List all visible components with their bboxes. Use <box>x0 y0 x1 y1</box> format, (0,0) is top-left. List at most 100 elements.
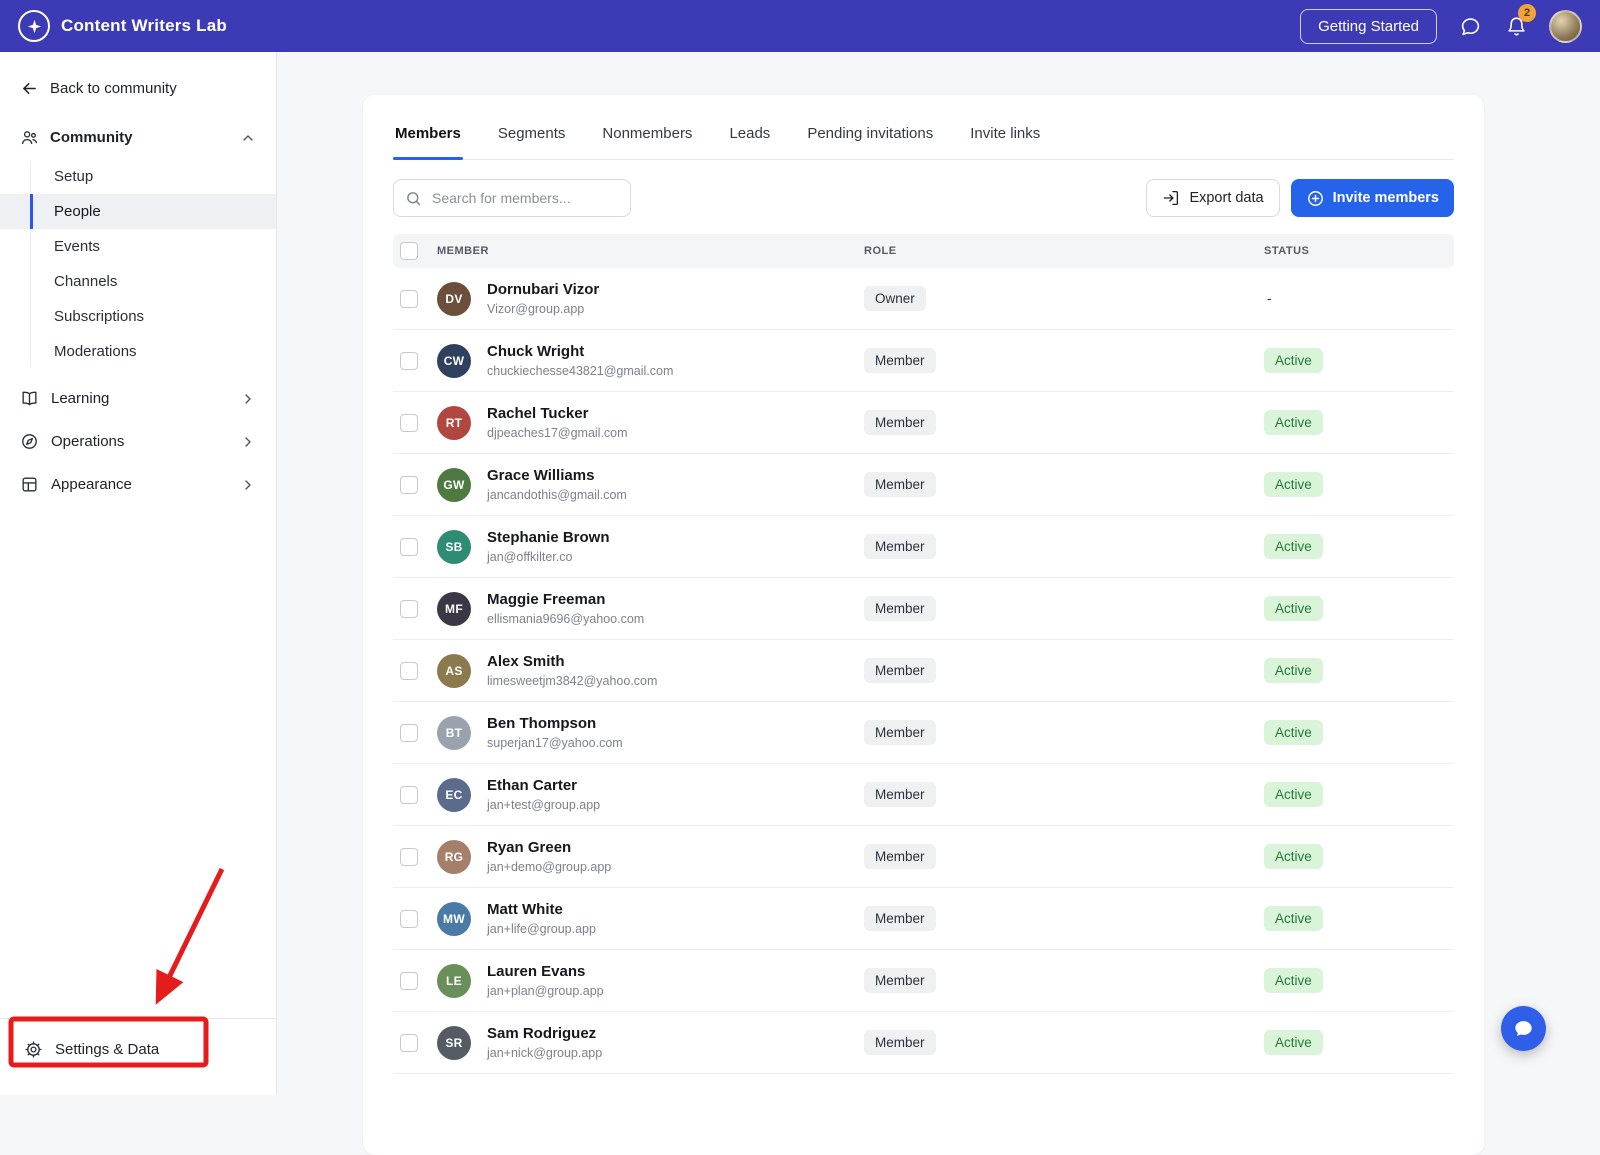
row-checkbox[interactable] <box>400 1033 418 1052</box>
member-name: Grace Williams <box>487 467 595 485</box>
status-badge: Active <box>1264 658 1323 683</box>
status-badge: Active <box>1264 596 1323 621</box>
invite-label: Invite members <box>1332 190 1439 206</box>
member-avatar: AS <box>437 653 471 688</box>
table-row[interactable]: BT Ben Thompson superjan17@yahoo.com Mem… <box>393 702 1454 764</box>
status-badge: Active <box>1264 410 1323 435</box>
tab-members[interactable]: Members <box>393 116 463 160</box>
invite-members-button[interactable]: Invite members <box>1290 179 1454 217</box>
sidebar-bottom: Settings & Data <box>0 1018 276 1095</box>
row-checkbox[interactable] <box>400 785 418 804</box>
sidebar-item-subscriptions[interactable]: Subscriptions <box>0 299 276 334</box>
header-role: ROLE <box>864 245 897 257</box>
sidebar-item-channels[interactable]: Channels <box>0 264 276 299</box>
member-avatar: GW <box>437 467 471 502</box>
row-checkbox[interactable] <box>400 351 418 370</box>
row-checkbox[interactable] <box>400 475 418 494</box>
table-row[interactable]: GW Grace Williams jancandothis@gmail.com… <box>393 454 1454 516</box>
book-icon <box>20 389 39 408</box>
role-badge: Member <box>864 1030 936 1055</box>
table-row[interactable]: MF Maggie Freeman ellismania9696@yahoo.c… <box>393 578 1454 640</box>
member-email: ellismania9696@yahoo.com <box>487 611 645 626</box>
role-badge: Member <box>864 596 936 621</box>
notifications-bell-icon[interactable]: 2 <box>1503 4 1536 39</box>
status-badge: - <box>1267 289 1272 306</box>
row-checkbox[interactable] <box>400 909 418 928</box>
role-badge: Member <box>864 410 936 435</box>
member-avatar: DV <box>437 281 471 316</box>
role-badge: Member <box>864 906 936 931</box>
tab-invite-links[interactable]: Invite links <box>968 116 1042 159</box>
member-name: Dornubari Vizor <box>487 281 600 299</box>
row-checkbox[interactable] <box>400 289 418 308</box>
sidebar-item-settings-data[interactable]: Settings & Data <box>0 1031 276 1068</box>
header-member: MEMBER <box>437 245 489 257</box>
status-badge: Active <box>1264 472 1323 497</box>
status-badge: Active <box>1264 720 1323 745</box>
sidebar-item-community[interactable]: Community <box>0 118 276 157</box>
getting-started-button[interactable]: Getting Started <box>1300 8 1437 44</box>
section-label: Learning <box>51 390 110 407</box>
status-badge: Active <box>1264 348 1323 373</box>
table-row[interactable]: RT Rachel Tucker djpeaches17@gmail.com M… <box>393 392 1454 454</box>
member-email: jan+demo@group.app <box>487 859 612 874</box>
table-row[interactable]: RG Ryan Green jan+demo@group.app Member … <box>393 826 1454 888</box>
row-checkbox[interactable] <box>400 971 418 990</box>
chat-launcher-button[interactable] <box>1501 1006 1546 1051</box>
member-name: Ethan Carter <box>487 777 578 795</box>
row-checkbox[interactable] <box>400 661 418 680</box>
role-badge: Member <box>864 472 936 497</box>
section-label: Appearance <box>51 476 132 493</box>
role-badge: Member <box>864 720 936 745</box>
export-data-button[interactable]: Export data <box>1146 179 1280 217</box>
sidebar-item-moderations[interactable]: Moderations <box>0 334 276 369</box>
status-badge: Active <box>1264 782 1323 807</box>
member-email: jan@offkilter.co <box>487 549 573 564</box>
member-email: jan+nick@group.app <box>487 1045 603 1060</box>
star-icon <box>26 18 43 35</box>
member-avatar: SR <box>437 1025 471 1060</box>
table-row[interactable]: SR Sam Rodriguez jan+nick@group.app Memb… <box>393 1012 1454 1074</box>
table-row[interactable]: AS Alex Smith limesweetjm3842@yahoo.com … <box>393 640 1454 702</box>
row-checkbox[interactable] <box>400 599 418 618</box>
sidebar-item-setup[interactable]: Setup <box>0 159 276 194</box>
tab-segments[interactable]: Segments <box>496 116 568 159</box>
table-row[interactable]: LE Lauren Evans jan+plan@group.app Membe… <box>393 950 1454 1012</box>
row-checkbox[interactable] <box>400 723 418 742</box>
sidebar-item-learning[interactable]: Learning <box>0 377 276 420</box>
member-email: superjan17@yahoo.com <box>487 735 623 750</box>
table-row[interactable]: EC Ethan Carter jan+test@group.app Membe… <box>393 764 1454 826</box>
sidebar-item-operations[interactable]: Operations <box>0 420 276 463</box>
table-body: DV Dornubari Vizor Vizor@group.app Owner… <box>393 268 1454 1074</box>
row-checkbox[interactable] <box>400 413 418 432</box>
status-badge: Active <box>1264 906 1323 931</box>
select-all-checkbox[interactable] <box>400 242 418 260</box>
member-name: Rachel Tucker <box>487 405 589 423</box>
table-header-row: MEMBER ROLE STATUS <box>393 234 1454 268</box>
member-email: jan+plan@group.app <box>487 983 604 998</box>
user-avatar[interactable] <box>1549 9 1582 43</box>
member-avatar: SB <box>437 529 471 564</box>
member-name: Ryan Green <box>487 839 572 857</box>
member-avatar: LE <box>437 963 471 998</box>
messages-icon[interactable] <box>1457 13 1483 39</box>
export-label: Export data <box>1189 190 1264 206</box>
sidebar-item-appearance[interactable]: Appearance <box>0 463 276 506</box>
table-row[interactable]: DV Dornubari Vizor Vizor@group.app Owner… <box>393 268 1454 330</box>
tab-nonmembers[interactable]: Nonmembers <box>600 116 694 159</box>
back-to-community-link[interactable]: Back to community <box>0 52 276 118</box>
topbar: Content Writers Lab Getting Started 2 <box>0 0 1600 52</box>
table-row[interactable]: MW Matt White jan+life@group.app Member … <box>393 888 1454 950</box>
table-row[interactable]: SB Stephanie Brown jan@offkilter.co Memb… <box>393 516 1454 578</box>
search-input[interactable] <box>430 189 619 207</box>
community-subitems: Setup People Events Channels Subscriptions Mo… <box>0 159 276 369</box>
member-search[interactable] <box>393 179 631 217</box>
tab-leads[interactable]: Leads <box>727 116 772 159</box>
member-avatar: BT <box>437 715 471 750</box>
tab-pending-invitations[interactable]: Pending invitations <box>805 116 935 159</box>
sidebar-item-events[interactable]: Events <box>0 229 276 264</box>
table-row[interactable]: CW Chuck Wright chuckiechesse43821@gmail… <box>393 330 1454 392</box>
row-checkbox[interactable] <box>400 847 418 866</box>
row-checkbox[interactable] <box>400 537 418 556</box>
sidebar-item-people[interactable]: People <box>0 194 276 229</box>
